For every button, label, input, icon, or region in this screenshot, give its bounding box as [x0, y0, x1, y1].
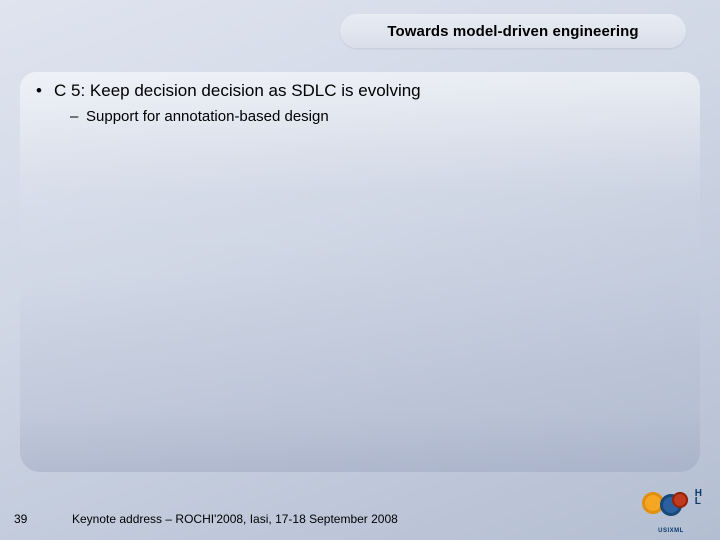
bullet-level-2: Support for annotation-based design [36, 107, 684, 127]
bullet-text: C 5: Keep decision decision as SDLC is e… [54, 81, 421, 100]
gear-icon [672, 492, 688, 508]
bullet-list: C 5: Keep decision decision as SDLC is e… [36, 80, 684, 127]
slide: Towards model-driven engineering C 5: Ke… [0, 0, 720, 540]
logo-hl-text: HL [695, 490, 702, 506]
bullet-level-1: C 5: Keep decision decision as SDLC is e… [36, 80, 684, 103]
slide-body-panel: C 5: Keep decision decision as SDLC is e… [20, 72, 700, 472]
bullet-text: Support for annotation-based design [86, 108, 329, 125]
logo-text: USIXML [642, 528, 700, 534]
footer-text: Keynote address – ROCHI'2008, Iasi, 17-1… [72, 512, 398, 526]
slide-title: Towards model-driven engineering [387, 23, 638, 40]
slide-title-pill: Towards model-driven engineering [340, 14, 686, 48]
slide-number: 39 [14, 512, 27, 526]
usixml-logo: HL USIXML [642, 492, 700, 534]
